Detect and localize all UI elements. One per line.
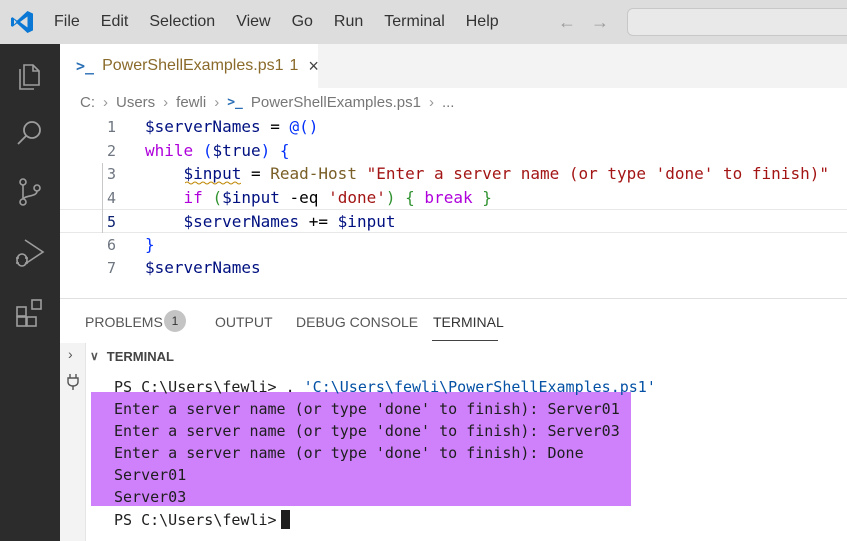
code-line[interactable]: 3 $input = Read-Host "Enter a server nam… (60, 162, 847, 186)
tab-powershellexamples[interactable]: >_ PowerShellExamples.ps1 1 × (60, 44, 319, 88)
menu-bar: File Edit Selection View Go Run Terminal… (54, 0, 520, 44)
breadcrumb-user[interactable]: fewli (176, 94, 206, 111)
chevron-right-icon: › (214, 93, 220, 111)
code-line-active[interactable]: 5 $serverNames += $input (60, 209, 847, 233)
tab-terminal[interactable]: TERMINAL (433, 314, 504, 330)
tab-output[interactable]: OUTPUT (215, 314, 273, 330)
code-text: $serverNames += $input (183, 212, 396, 231)
forward-arrow-icon[interactable]: → (591, 12, 609, 33)
extensions-icon[interactable] (13, 296, 47, 330)
line-number: 7 (106, 259, 116, 277)
plug-icon[interactable] (66, 373, 80, 391)
tab-title: PowerShellExamples.ps1 (102, 57, 284, 74)
menu-file[interactable]: File (54, 13, 80, 31)
code-line[interactable]: 1 $serverNames = @() (60, 115, 847, 139)
vscode-logo-icon (11, 11, 33, 33)
line-number: 3 (106, 165, 116, 183)
terminal-prompt: PS C:\Users\fewli> (114, 511, 277, 529)
code-line[interactable]: 2 while ($true) { (60, 139, 847, 163)
explorer-icon[interactable] (13, 56, 47, 90)
breadcrumb-drive[interactable]: C: (80, 94, 95, 111)
terminal-section-title: TERMINAL (106, 348, 174, 364)
terminal-script-path: 'C:\Users\fewli\PowerShellExamples.ps1' (303, 378, 656, 396)
terminal-output-line: Enter a server name (or type 'done' to f… (114, 400, 620, 418)
terminal-output-line: Enter a server name (or type 'done' to f… (114, 422, 620, 440)
code-text: if ($input -eq 'done') { break } (183, 187, 492, 207)
chevron-down-icon: ∨ (90, 349, 99, 363)
active-tab-indicator (432, 340, 498, 341)
line-number: 2 (106, 141, 116, 160)
menu-view[interactable]: View (236, 13, 270, 31)
chevron-right-icon[interactable]: › (68, 346, 73, 362)
problems-badge: 1 (164, 310, 186, 332)
panel-tabs: PROBLEMS 1 OUTPUT DEBUG CONSOLE TERMINAL (60, 299, 847, 343)
menu-go[interactable]: Go (292, 13, 313, 31)
menu-selection[interactable]: Selection (149, 13, 215, 31)
menu-run[interactable]: Run (334, 13, 363, 31)
powershell-icon: >_ (227, 94, 243, 110)
warning-squiggle (185, 181, 241, 185)
breadcrumb-users[interactable]: Users (116, 94, 155, 111)
bottom-panel: PROBLEMS 1 OUTPUT DEBUG CONSOLE TERMINAL… (60, 298, 847, 541)
search-icon[interactable] (13, 116, 47, 150)
chevron-right-icon: › (103, 93, 108, 111)
breadcrumb: C: › Users › fewli › >_ PowerShellExampl… (80, 92, 454, 112)
code-editor[interactable]: 1 $serverNames = @() 2 while ($true) { 3… (60, 114, 847, 298)
activity-bar (0, 44, 60, 541)
menu-edit[interactable]: Edit (101, 13, 129, 31)
terminal-cursor (280, 510, 290, 529)
code-text: while ($true) { (145, 140, 290, 160)
editor-tabs: >_ PowerShellExamples.ps1 1 × (60, 44, 847, 88)
run-debug-icon[interactable] (13, 236, 47, 270)
title-bar: File Edit Selection View Go Run Terminal… (0, 0, 847, 44)
code-line[interactable]: 4 if ($input -eq 'done') { break } (60, 186, 847, 210)
line-number: 6 (106, 235, 116, 254)
close-icon[interactable]: × (308, 56, 319, 77)
command-center-search[interactable] (627, 8, 847, 36)
terminal-output-line: Enter a server name (or type 'done' to f… (114, 444, 584, 462)
code-line[interactable]: 6 } (60, 233, 847, 257)
line-number: 1 (106, 118, 116, 136)
code-text: $input = Read-Host "Enter a server name … (183, 164, 829, 183)
back-arrow-icon[interactable]: ← (558, 12, 576, 33)
terminal-input-line[interactable]: PS C:\Users\fewli> (114, 510, 290, 532)
indent-guide (102, 163, 103, 233)
terminal-output-line: Server03 (114, 488, 187, 506)
terminal-dot-source: . (285, 378, 304, 396)
terminal-prompt: PS C:\Users\fewli> (114, 378, 286, 396)
terminal-output-line: Server01 (114, 466, 187, 484)
tab-debug-console[interactable]: DEBUG CONSOLE (296, 314, 418, 330)
line-number: 4 (106, 188, 116, 207)
breadcrumb-more[interactable]: ... (442, 94, 455, 111)
breadcrumb-file[interactable]: PowerShellExamples.ps1 (251, 94, 421, 111)
chevron-right-icon: › (163, 93, 169, 111)
powershell-icon: >_ (76, 57, 95, 75)
code-text: $serverNames = @() (145, 117, 319, 136)
line-number: 5 (106, 213, 116, 231)
terminal-command-line: PS C:\Users\fewli> . 'C:\Users\fewli\Pow… (114, 378, 656, 400)
terminal-sidebar: › (60, 343, 86, 541)
terminal-section-header[interactable]: ∨ TERMINAL (90, 346, 174, 366)
code-line[interactable]: 7 $serverNames (60, 256, 847, 280)
tab-problem-count: 1 (289, 57, 299, 74)
code-text: } (145, 234, 155, 254)
source-control-icon[interactable] (13, 175, 47, 209)
tab-problems[interactable]: PROBLEMS (85, 314, 163, 330)
menu-help[interactable]: Help (466, 13, 499, 31)
menu-terminal[interactable]: Terminal (384, 13, 444, 31)
code-text: $serverNames (145, 258, 261, 277)
chevron-right-icon: › (428, 93, 434, 111)
